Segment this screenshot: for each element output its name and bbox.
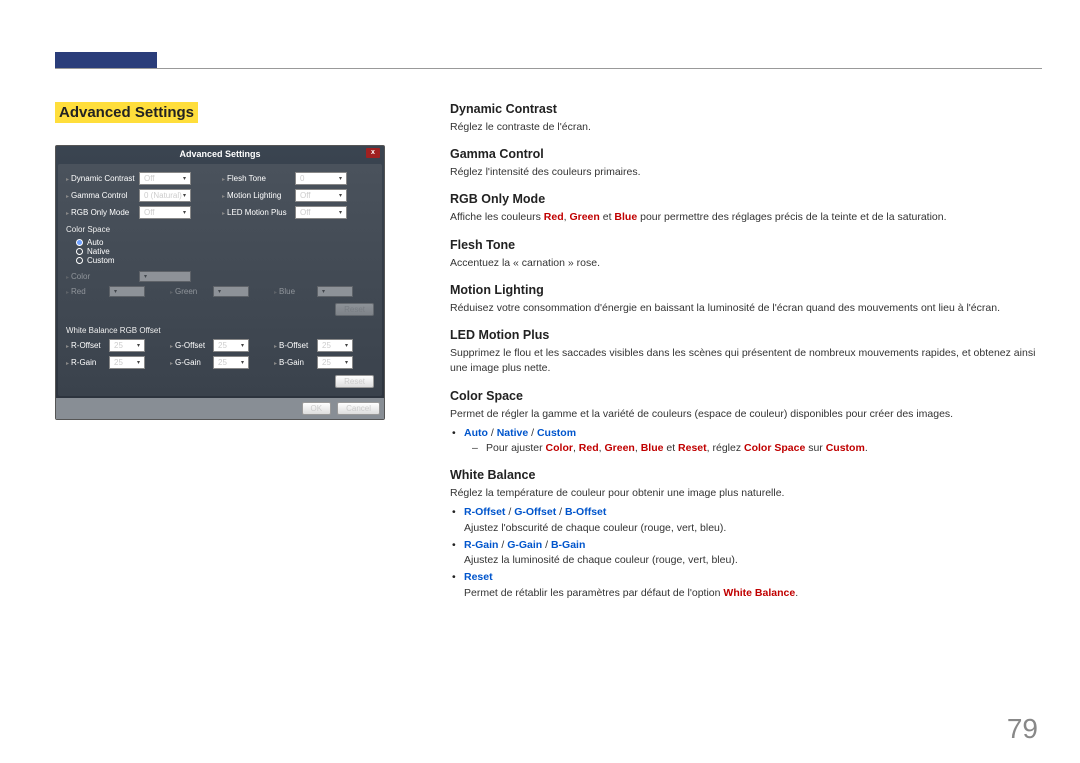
ft-heading: Flesh Tone <box>450 238 1040 252</box>
cs-color-label: Color <box>66 272 136 281</box>
ft-label: Flesh Tone <box>222 174 292 183</box>
led-heading: LED Motion Plus <box>450 328 1040 342</box>
page-number: 79 <box>1007 713 1038 745</box>
b-offset-select[interactable]: 25 <box>317 339 353 352</box>
ft-text: Accentuez la « carnation » rose. <box>450 256 1040 271</box>
cs-text: Permet de régler la gamme et la variété … <box>450 407 1040 422</box>
g-gain-select[interactable]: 25 <box>213 356 249 369</box>
cs-native-label: Native <box>87 247 110 256</box>
dc-select[interactable]: Off <box>139 172 191 185</box>
cs-color-select <box>139 271 191 282</box>
g-gain-label: G-Gain <box>170 358 210 367</box>
rgb-label: RGB Only Mode <box>66 208 136 217</box>
cs-green-label: Green <box>170 287 210 296</box>
ml-heading: Motion Lighting <box>450 283 1040 297</box>
settings-panel: Advanced Settings x Dynamic ContrastOff … <box>55 145 385 420</box>
b-offset-label: B-Offset <box>274 341 314 350</box>
rgb-select[interactable]: Off <box>139 206 191 219</box>
r-offset-label: R-Offset <box>66 341 106 350</box>
ok-button[interactable]: OK <box>302 402 332 415</box>
cs-auto-label: Auto <box>87 238 103 247</box>
cs-blue-label: Blue <box>274 287 314 296</box>
led-text: Supprimez le flou et les saccades visibl… <box>450 346 1040 376</box>
color-space-heading: Color Space <box>66 225 374 234</box>
ml-select[interactable]: Off <box>295 189 347 202</box>
header-divider <box>55 68 1042 69</box>
ft-select[interactable]: 0 <box>295 172 347 185</box>
wb-heading-r: White Balance <box>450 468 1040 482</box>
cs-red-select <box>109 286 145 297</box>
ml-label: Motion Lighting <box>222 191 292 200</box>
wb-text: Réglez la température de couleur pour ob… <box>450 486 1040 501</box>
dc-label: Dynamic Contrast <box>66 174 136 183</box>
cs-native-radio[interactable]: Native <box>76 247 374 256</box>
r-gain-label: R-Gain <box>66 358 106 367</box>
led-label: LED Motion Plus <box>222 208 292 217</box>
gc-label: Gamma Control <box>66 191 136 200</box>
rgb-text: Affiche les couleurs Red, Green et Blue … <box>450 210 1040 225</box>
cs-sub-1: Pour ajuster Color, Red, Green, Blue et … <box>464 441 1040 456</box>
led-select[interactable]: Off <box>295 206 347 219</box>
dc-heading: Dynamic Contrast <box>450 102 1040 116</box>
g-offset-select[interactable]: 25 <box>213 339 249 352</box>
panel-title-text: Advanced Settings <box>179 149 260 159</box>
cs-reset-button: Reset <box>335 303 374 316</box>
close-icon[interactable]: x <box>366 148 380 158</box>
gc-select[interactable]: 0 (Natural) <box>139 189 191 202</box>
cs-green-select <box>213 286 249 297</box>
g-offset-label: G-Offset <box>170 341 210 350</box>
dc-text: Réglez le contraste de l'écran. <box>450 120 1040 135</box>
cs-custom-label: Custom <box>87 256 115 265</box>
wb-reset-button[interactable]: Reset <box>335 375 374 388</box>
gc-heading: Gamma Control <box>450 147 1040 161</box>
r-offset-select[interactable]: 25 <box>109 339 145 352</box>
cs-bullet-1: Auto / Native / Custom Pour ajuster Colo… <box>464 426 1040 456</box>
cs-red-label: Red <box>66 287 106 296</box>
gc-text: Réglez l'intensité des couleurs primaire… <box>450 165 1040 180</box>
cs-custom-radio[interactable]: Custom <box>76 256 374 265</box>
wb-bullet-2: R-Gain / G-Gain / B-GainAjustez la lumin… <box>464 538 1040 568</box>
header-accent <box>55 52 157 68</box>
ml-text: Réduisez votre consommation d'énergie en… <box>450 301 1040 316</box>
panel-title: Advanced Settings x <box>56 146 384 162</box>
wb-bullet-3: ResetPermet de rétablir les paramètres p… <box>464 570 1040 600</box>
b-gain-select[interactable]: 25 <box>317 356 353 369</box>
cs-blue-select <box>317 286 353 297</box>
cancel-button[interactable]: Cancel <box>337 402 380 415</box>
cs-auto-radio[interactable]: Auto <box>76 238 374 247</box>
section-title: Advanced Settings <box>55 102 198 123</box>
rgb-heading: RGB Only Mode <box>450 192 1040 206</box>
wb-heading: White Balance RGB Offset <box>66 326 374 335</box>
wb-bullet-1: R-Offset / G-Offset / B-OffsetAjustez l'… <box>464 505 1040 535</box>
cs-heading: Color Space <box>450 389 1040 403</box>
b-gain-label: B-Gain <box>274 358 314 367</box>
r-gain-select[interactable]: 25 <box>109 356 145 369</box>
